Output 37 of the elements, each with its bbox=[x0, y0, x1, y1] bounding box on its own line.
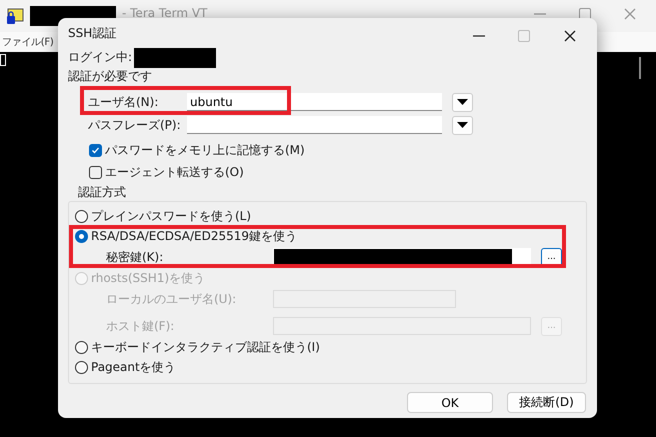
app-icon bbox=[6, 7, 24, 25]
menu-item[interactable]: ファイル(F) bbox=[2, 35, 54, 49]
group-title: 認証方式 bbox=[78, 184, 126, 200]
check-icon bbox=[91, 146, 100, 154]
message-text: 認証が必要です bbox=[68, 68, 152, 85]
dialog-button[interactable]: 接続断(D) bbox=[507, 392, 586, 413]
checkbox-label: エージェント転送する(O) bbox=[105, 164, 244, 180]
dialog-button[interactable]: OK bbox=[407, 392, 493, 413]
caret-icon bbox=[457, 99, 468, 105]
dialog-title: SSH認証 bbox=[68, 24, 116, 42]
close-icon[interactable] bbox=[562, 28, 578, 44]
field-label: 秘密鍵(K): bbox=[106, 248, 164, 266]
input-field[interactable] bbox=[187, 116, 442, 134]
field-label: ホスト鍵(F): bbox=[106, 318, 176, 334]
login-label: ログイン中: bbox=[68, 49, 132, 66]
radio-label: RSA/DSA/ECDSA/ED25519鍵を使う bbox=[91, 228, 298, 244]
field-label: ユーザ名(N): bbox=[88, 94, 160, 110]
field-label: ローカルのユーザ名(U): bbox=[106, 290, 238, 308]
radio-label: プレインパスワードを使う(L) bbox=[91, 208, 252, 224]
radio-label: Pageantを使う bbox=[91, 358, 176, 376]
radio-button[interactable] bbox=[75, 210, 88, 222]
cursor bbox=[0, 54, 6, 66]
checkbox-label: パスワードをメモリ上に記憶する(M) bbox=[105, 142, 305, 158]
scrollbar[interactable] bbox=[639, 57, 641, 79]
radio-button[interactable] bbox=[75, 230, 88, 242]
dropdown-button[interactable] bbox=[452, 92, 473, 112]
input-field[interactable]: ubuntu bbox=[187, 93, 442, 111]
dropdown-button[interactable] bbox=[452, 116, 473, 134]
radio-label: rhosts(SSH1)を使う bbox=[91, 270, 206, 286]
radio-button[interactable] bbox=[75, 360, 88, 374]
radio-button[interactable] bbox=[75, 340, 88, 354]
checkbox[interactable] bbox=[89, 166, 102, 178]
checkbox[interactable] bbox=[89, 144, 102, 156]
field-label: パスフレーズ(P): bbox=[88, 116, 182, 134]
caret-icon bbox=[457, 122, 468, 128]
window-title: - Tera Term VT bbox=[122, 6, 208, 20]
radio-label: キーボードインタラクティブ認証を使う(I) bbox=[91, 338, 320, 356]
